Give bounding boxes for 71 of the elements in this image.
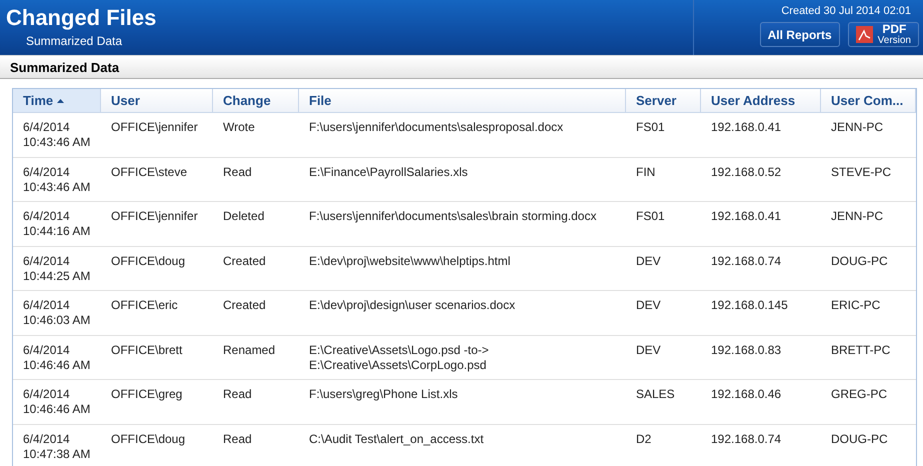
- table-cell-text: DOUG-PC: [830, 430, 889, 446]
- table-cell-text: 6/4/2014 10:47:38 AM: [22, 430, 92, 462]
- table-cell-text: 192.168.0.41: [710, 119, 782, 135]
- table-cell-text: 6/4/2014 10:43:46 AM: [22, 164, 92, 194]
- table-cell-text: D2: [635, 430, 652, 446]
- table-cell-text: 192.168.0.83: [710, 342, 782, 358]
- column-header[interactable]: User: [101, 89, 213, 112]
- table-cell-text: 192.168.0.52: [710, 164, 782, 180]
- table-cell-text: 192.168.0.41: [710, 208, 782, 224]
- section-title: Summarized Data: [0, 55, 923, 79]
- table-cell-text: Read: [222, 164, 253, 180]
- table-cell-text: BRETT-PC: [830, 342, 892, 358]
- table-cell-text: 192.168.0.74: [710, 430, 782, 446]
- table-cell-text: E:\Creative\Assets\Logo.psd -to-> E:\Creative\Assets\CorpLogo.psd: [308, 342, 490, 372]
- table-cell-text: JENN-PC: [830, 208, 884, 224]
- table-cell-text: 6/4/2014 10:46:46 AM: [22, 342, 92, 372]
- table-cell-text: 6/4/2014 10:44:25 AM: [22, 252, 92, 284]
- table-cell-text: F:\users\jennifer\documents\sales\brain storming.docx: [308, 208, 598, 224]
- created-date: Created 30 Jul 2014 02:01: [781, 5, 911, 17]
- table-cell-text: OFFICE\eric: [110, 297, 179, 313]
- column-header[interactable]: Change: [213, 89, 299, 112]
- table-cell-text: Created: [222, 297, 267, 313]
- table-cell-text: OFFICE\jennifer: [110, 119, 199, 135]
- table-cell-text: SALES: [635, 386, 676, 402]
- table-cell-text: DOUG-PC: [830, 252, 889, 268]
- table-cell-text: Deleted: [222, 208, 266, 224]
- report-title: Changed Files: [6, 5, 158, 31]
- table-cell-text: OFFICE\doug: [110, 252, 186, 268]
- table-cell-text: OFFICE\brett: [110, 342, 184, 358]
- table-cell-text: C:\Audit Test\alert_on_access.txt: [308, 430, 485, 446]
- column-header[interactable]: User Address: [701, 89, 821, 112]
- table-cell-text: Renamed: [222, 342, 276, 358]
- table-cell-text: DEV: [635, 297, 662, 313]
- table-cell-text: 6/4/2014 10:46:46 AM: [22, 386, 92, 417]
- all-reports-button[interactable]: All Reports: [760, 22, 840, 47]
- column-header[interactable]: User Com...: [821, 89, 916, 112]
- table-cell-text: Read: [222, 386, 253, 402]
- table-cell-text: ERIC-PC: [830, 297, 882, 313]
- table-cell-text: E:\dev\proj\design\user scenarios.docx: [308, 297, 516, 313]
- table-cell-text: 6/4/2014 10:46:03 AM: [22, 297, 92, 328]
- column-header[interactable]: Server: [626, 89, 701, 112]
- table-cell-text: 6/4/2014 10:44:16 AM: [22, 208, 92, 239]
- table-cell-text: OFFICE\jennifer: [110, 208, 199, 224]
- table-cell-text: FIN: [635, 164, 656, 180]
- table-cell-text: 192.168.0.74: [710, 252, 782, 268]
- table-cell-text: Wrote: [222, 119, 256, 135]
- table-cell-text: GREG-PC: [830, 386, 888, 402]
- table-cell-text: F:\users\greg\Phone List.xls: [308, 386, 459, 402]
- table-cell-text: STEVE-PC: [830, 164, 892, 180]
- table-cell-text: Read: [222, 430, 253, 446]
- table-cell-text: OFFICE\doug: [110, 430, 186, 446]
- table-cell-text: E:\dev\proj\website\www\helptips.html: [308, 252, 512, 268]
- table-cell-text: 192.168.0.46: [710, 386, 782, 402]
- table-cell-text: JENN-PC: [830, 119, 884, 135]
- sort-ascending-icon: [57, 98, 64, 102]
- table-cell-text: OFFICE\greg: [110, 386, 184, 402]
- table-cell-text: FS01: [635, 208, 666, 224]
- report-subtitle: Summarized Data: [26, 34, 124, 48]
- column-header[interactable]: Time: [13, 89, 101, 112]
- table-cell-text: FS01: [635, 119, 666, 135]
- table-cell-text: F:\users\jennifer\documents\salesproposal.docx: [308, 119, 564, 135]
- table-cell-text: DEV: [635, 342, 662, 358]
- column-header[interactable]: File: [299, 89, 626, 112]
- table-cell-text: 192.168.0.145: [710, 297, 789, 313]
- table-cell-text: Created: [222, 252, 267, 268]
- table-cell-text: 6/4/2014 10:43:46 AM: [22, 119, 92, 150]
- table-cell-text: OFFICE\steve: [110, 164, 188, 180]
- pdf-button[interactable]: PDF Version: [848, 22, 919, 47]
- table-cell-text: E:\Finance\PayrollSalaries.xls: [308, 164, 469, 180]
- pdf-icon: [856, 26, 873, 43]
- table-cell-text: DEV: [635, 252, 662, 268]
